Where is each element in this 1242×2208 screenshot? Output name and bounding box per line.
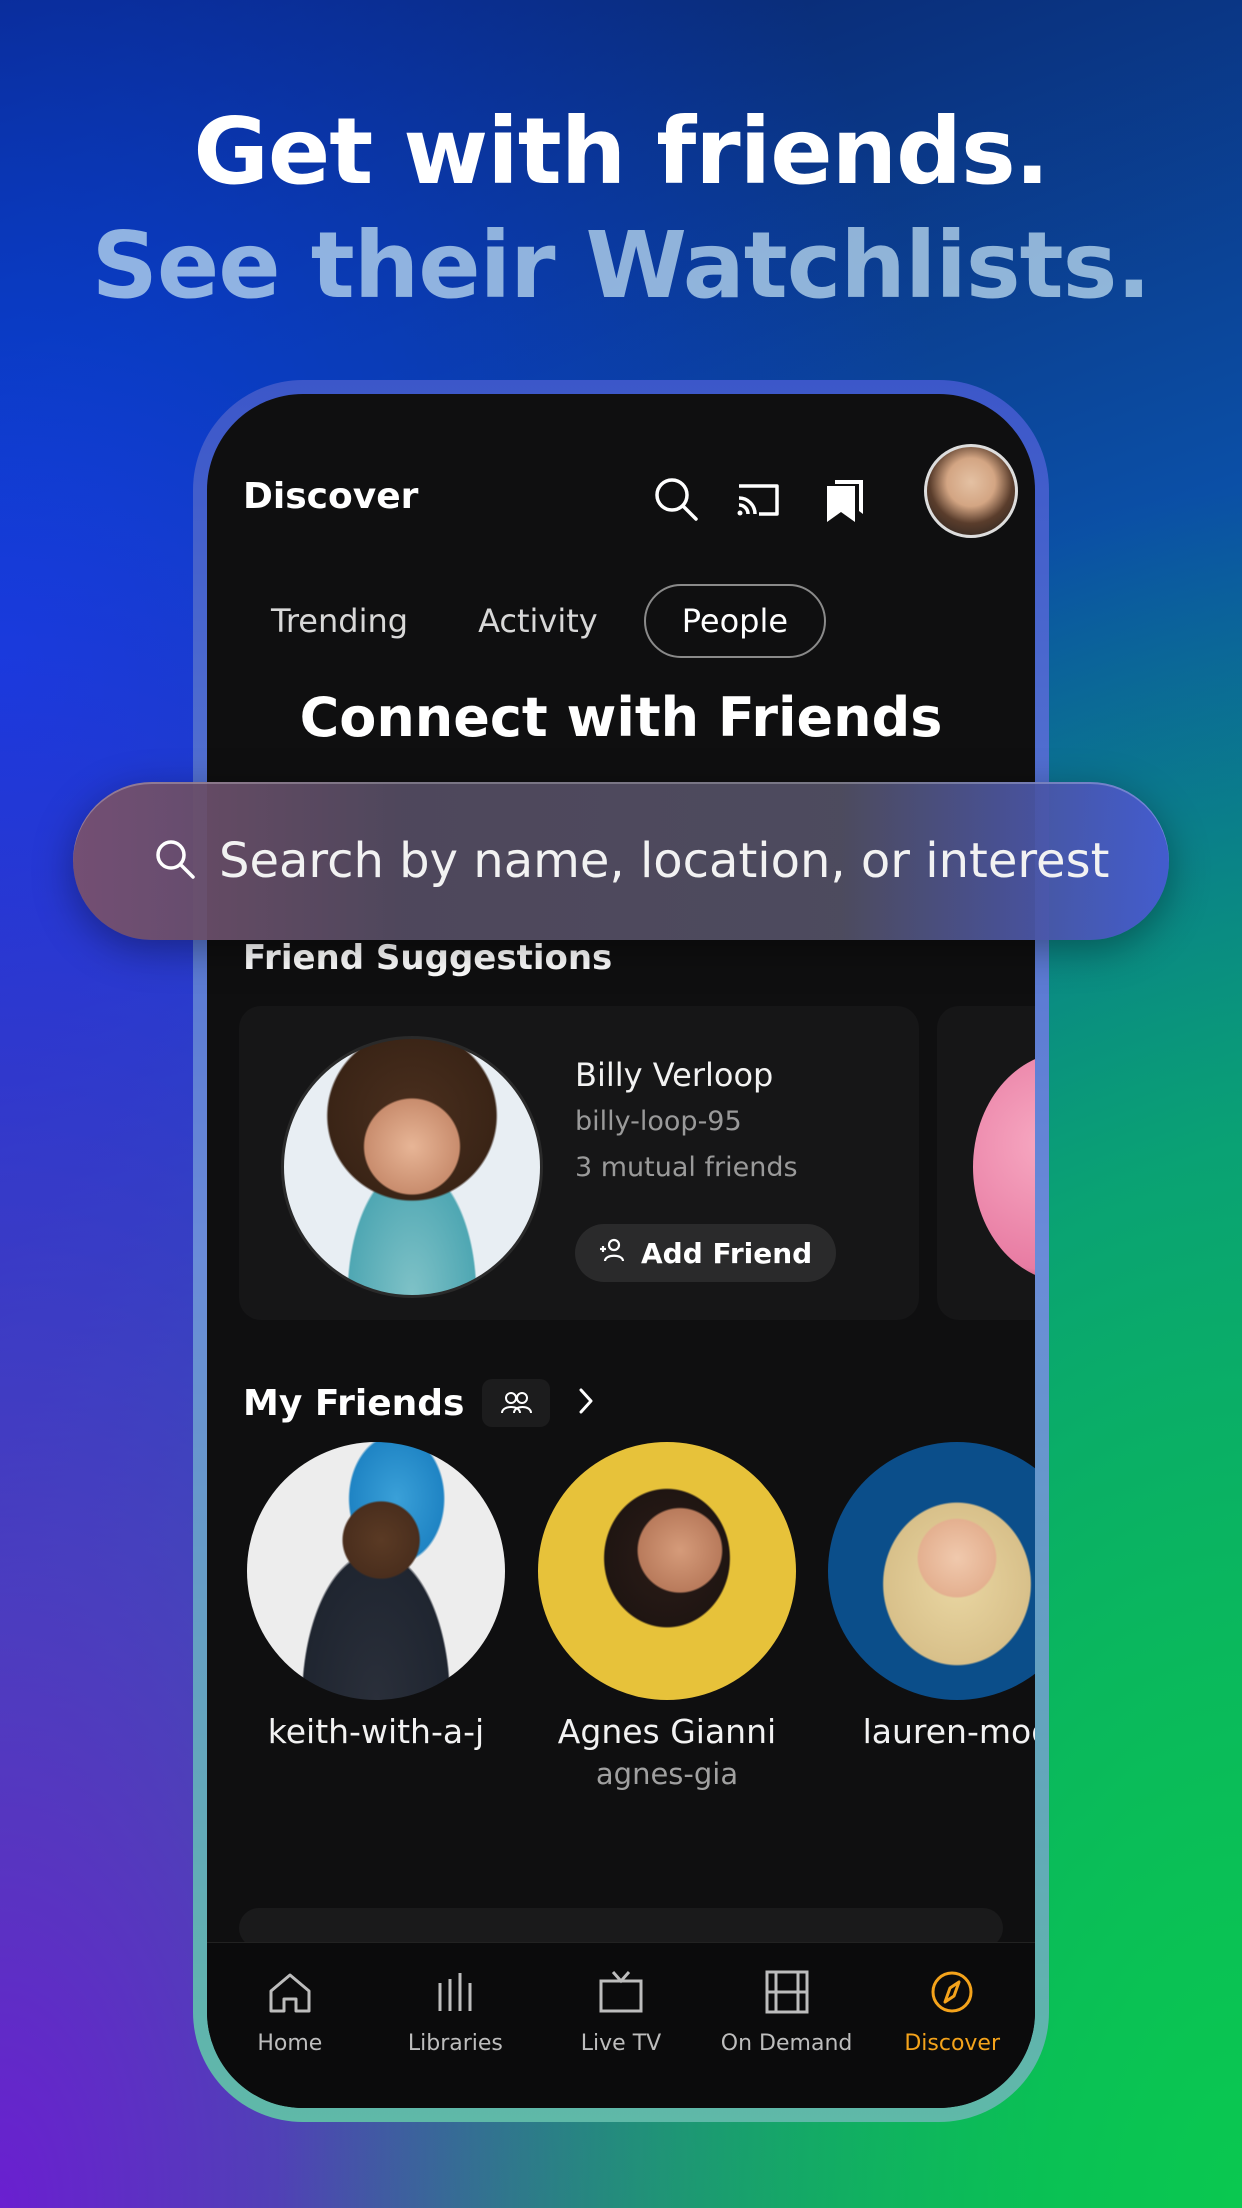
nav-libraries-label: Libraries [407, 2031, 503, 2056]
nav-discover-label: Discover [904, 2031, 1000, 2056]
film-icon [762, 1970, 812, 2021]
friend-name: lauren-moo [862, 1712, 1035, 1751]
friend-handle: agnes-gia [595, 1757, 739, 1791]
nav-on-demand-label: On Demand [720, 2031, 853, 2056]
search-icon [153, 837, 197, 885]
nav-live-tv-label: Live TV [580, 2031, 662, 2056]
friend-item[interactable]: Agnes Gianni agnes-gia [538, 1442, 796, 1791]
suggestion-card-next[interactable] [937, 1006, 1035, 1320]
friend-avatar[interactable] [828, 1442, 1035, 1700]
suggestion-avatar[interactable] [281, 1036, 543, 1298]
watchlist-icon[interactable] [821, 474, 871, 524]
app-screen: Discover Trending Activity People Connec… [207, 394, 1035, 2108]
friend-avatar[interactable] [538, 1442, 796, 1700]
page-title: Discover [243, 476, 419, 517]
profile-avatar[interactable] [924, 444, 1018, 538]
add-person-icon [597, 1235, 627, 1272]
chevron-right-icon[interactable] [576, 1386, 596, 1420]
friend-name: Agnes Gianni [557, 1712, 777, 1751]
friend-item[interactable]: keith-with-a-j [247, 1442, 505, 1751]
search-input[interactable]: Search by name, location, or interest [73, 782, 1169, 940]
connect-heading: Connect with Friends [299, 686, 943, 749]
friend-avatar[interactable] [247, 1442, 505, 1700]
suggestion-name: Billy Verloop [575, 1056, 774, 1094]
friend-suggestions-title: Friend Suggestions [243, 938, 613, 978]
nav-home[interactable]: Home [220, 1969, 360, 2108]
top-bar: Discover [207, 394, 1035, 538]
search-icon[interactable] [651, 474, 701, 524]
tab-bar: Trending Activity People [247, 584, 827, 658]
compass-icon [927, 1971, 977, 2021]
friend-name: keith-with-a-j [267, 1712, 485, 1751]
phone-frame: Discover Trending Activity People Connec… [193, 380, 1049, 2122]
add-friend-button[interactable]: Add Friend [575, 1224, 837, 1282]
cast-icon[interactable] [733, 474, 783, 524]
my-friends-header: My Friends [243, 1379, 596, 1427]
suggestion-avatar-next[interactable] [973, 1052, 1035, 1282]
libraries-icon [430, 1973, 480, 2021]
nav-libraries[interactable]: Libraries [385, 1969, 525, 2108]
add-friend-label: Add Friend [641, 1236, 813, 1270]
search-placeholder: Search by name, location, or interest [219, 833, 1110, 889]
home-icon [265, 1973, 315, 2021]
nav-on-demand[interactable]: On Demand [717, 1969, 857, 2108]
nav-home-label: Home [257, 2031, 323, 2056]
friend-item[interactable]: lauren-moo [828, 1442, 1035, 1751]
nav-live-tv[interactable]: Live TV [551, 1969, 691, 2108]
headline-secondary: See their Watchlists. [91, 212, 1152, 319]
bottom-nav: Home Libraries Live TV On Demand Discove… [207, 1942, 1035, 2108]
tab-activity[interactable]: Activity [454, 584, 622, 658]
suggestion-handle: billy-loop-95 [575, 1106, 742, 1137]
tv-icon [596, 1971, 646, 2021]
friends-group-icon[interactable] [482, 1379, 551, 1427]
suggestion-mutual-count: 3 mutual friends [575, 1152, 798, 1183]
tab-trending[interactable]: Trending [247, 584, 432, 658]
my-friends-title: My Friends [243, 1382, 465, 1424]
suggestion-card[interactable]: Billy Verloop billy-loop-95 3 mutual fri… [239, 1006, 919, 1320]
nav-discover[interactable]: Discover [882, 1969, 1022, 2108]
headline-primary: Get with friends. [193, 98, 1049, 205]
tab-people[interactable]: People [643, 584, 827, 658]
